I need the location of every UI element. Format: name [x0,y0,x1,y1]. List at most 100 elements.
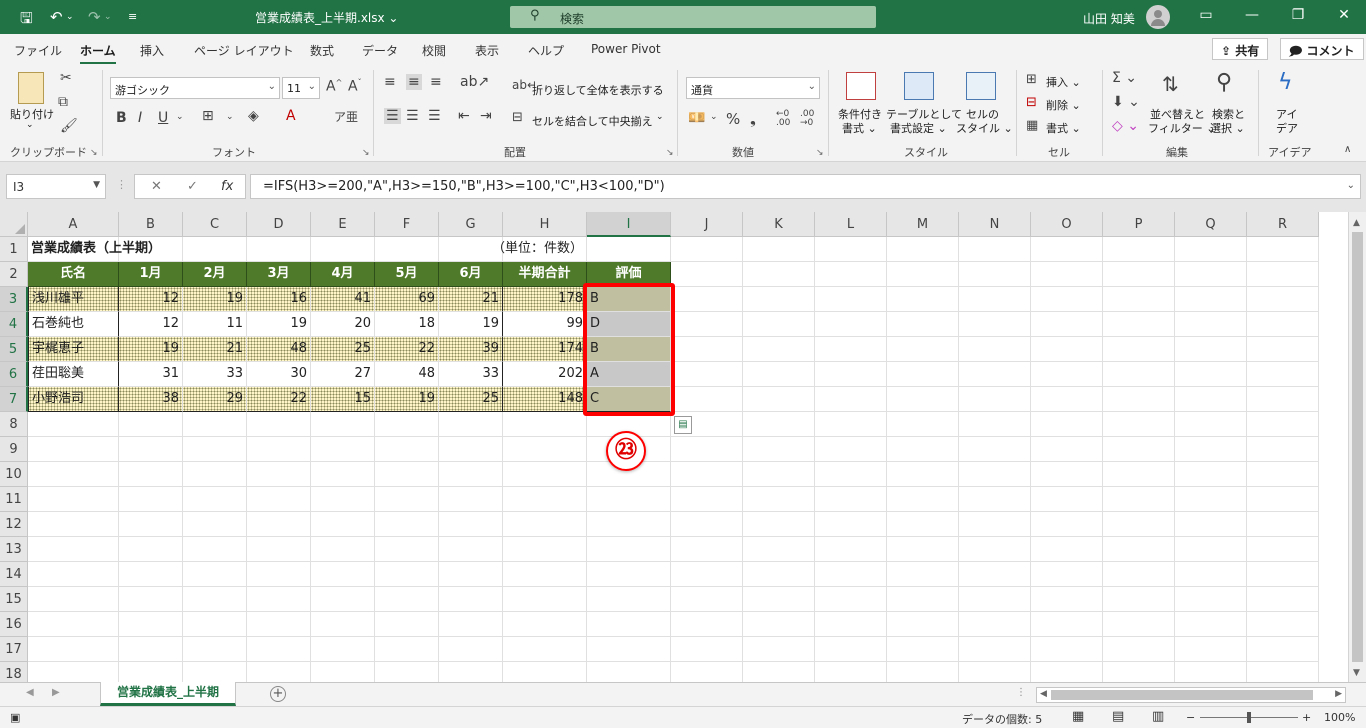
cell[interactable] [1031,237,1103,262]
cell[interactable] [375,487,439,512]
cell[interactable] [815,437,887,462]
cell[interactable] [959,537,1031,562]
cell[interactable] [1175,437,1247,462]
cell[interactable] [671,562,743,587]
cell[interactable] [587,562,671,587]
column-header[interactable]: I [587,212,671,237]
cell[interactable] [1175,612,1247,637]
cell[interactable] [1031,262,1103,287]
tab-page-layout[interactable]: ページ レイアウト [194,42,294,59]
tab-file[interactable]: ファイル [14,42,62,59]
cell[interactable]: 99 [503,312,587,337]
cell[interactable] [959,637,1031,662]
page-break-view-icon[interactable]: ▥ [1152,709,1164,724]
customize-quick-access-icon[interactable]: ≡ [128,10,137,23]
cell[interactable] [587,237,671,262]
cell[interactable] [1103,312,1175,337]
select-all-button[interactable] [0,212,28,237]
column-header[interactable]: N [959,212,1031,237]
increase-font-icon[interactable]: A^ [326,78,342,95]
cell[interactable]: 27 [311,362,375,387]
cell[interactable] [1103,562,1175,587]
cell[interactable] [587,587,671,612]
alignment-launcher-icon[interactable]: ↘ [666,148,674,158]
cell[interactable] [1175,362,1247,387]
underline-icon[interactable]: U [158,110,168,126]
accounting-format-icon[interactable]: 💴 [688,110,705,126]
cell[interactable]: 12 [119,287,183,312]
cell[interactable] [183,412,247,437]
cell[interactable] [1103,587,1175,612]
cell[interactable] [959,337,1031,362]
cell[interactable] [311,237,375,262]
collapse-ribbon-icon[interactable]: ∧ [1344,144,1351,155]
cell[interactable] [743,562,815,587]
cell[interactable]: （単位：件数） [439,237,587,262]
cell[interactable] [439,487,503,512]
cell[interactable] [1103,237,1175,262]
cell[interactable] [815,287,887,312]
cell[interactable] [815,262,887,287]
quick-analysis-icon[interactable]: ▤ [674,416,692,434]
font-launcher-icon[interactable]: ↘ [362,148,370,158]
number-launcher-icon[interactable]: ↘ [816,148,824,158]
share-button[interactable]: ⇪ 共有 [1212,38,1269,60]
cell[interactable] [119,412,183,437]
column-header[interactable]: R [1247,212,1319,237]
cell[interactable] [28,437,119,462]
cell[interactable] [887,637,959,662]
cell[interactable]: 12 [119,312,183,337]
tab-data[interactable]: データ [362,42,398,59]
cell[interactable] [671,437,743,462]
cell[interactable] [887,337,959,362]
cell[interactable] [247,662,311,682]
cell[interactable] [959,287,1031,312]
cell[interactable] [1031,512,1103,537]
cell[interactable] [959,312,1031,337]
column-header[interactable]: P [1103,212,1175,237]
cell[interactable] [183,637,247,662]
column-header[interactable]: H [503,212,587,237]
row-header[interactable]: 15 [0,587,28,612]
cell[interactable] [743,312,815,337]
cell[interactable] [1031,287,1103,312]
cell[interactable] [1247,362,1319,387]
column-header[interactable]: K [743,212,815,237]
cell[interactable] [815,337,887,362]
row-header[interactable]: 8 [0,412,28,437]
cell[interactable] [28,537,119,562]
cell[interactable] [887,537,959,562]
cell[interactable] [887,562,959,587]
cell[interactable] [1031,412,1103,437]
cell[interactable] [887,387,959,412]
row-header[interactable]: 10 [0,462,28,487]
cell[interactable] [959,487,1031,512]
cell[interactable] [375,562,439,587]
cell[interactable] [815,362,887,387]
cell[interactable]: 荏田聡美 [28,362,119,387]
tab-review[interactable]: 校閲 [422,42,446,59]
row-header[interactable]: 12 [0,512,28,537]
column-header[interactable]: F [375,212,439,237]
tab-power-pivot[interactable]: Power Pivot [591,42,661,56]
cell[interactable] [743,612,815,637]
cell[interactable] [28,662,119,682]
cell[interactable] [671,637,743,662]
align-top-icon[interactable]: ≡ [384,74,396,90]
cell[interactable] [119,537,183,562]
cell[interactable] [119,612,183,637]
cell[interactable] [1175,237,1247,262]
cell[interactable] [959,412,1031,437]
fill-color-icon[interactable]: ◈ [248,108,259,124]
cell[interactable] [815,487,887,512]
cell[interactable] [887,662,959,682]
vertical-scroll-thumb[interactable] [1352,232,1363,662]
cell[interactable] [1247,637,1319,662]
format-painter-icon[interactable]: 🖌 [60,118,78,134]
cell[interactable] [959,512,1031,537]
bold-icon[interactable]: B [116,110,127,126]
cell[interactable] [311,537,375,562]
cell[interactable] [247,237,311,262]
cell[interactable] [503,437,587,462]
cell[interactable] [887,312,959,337]
